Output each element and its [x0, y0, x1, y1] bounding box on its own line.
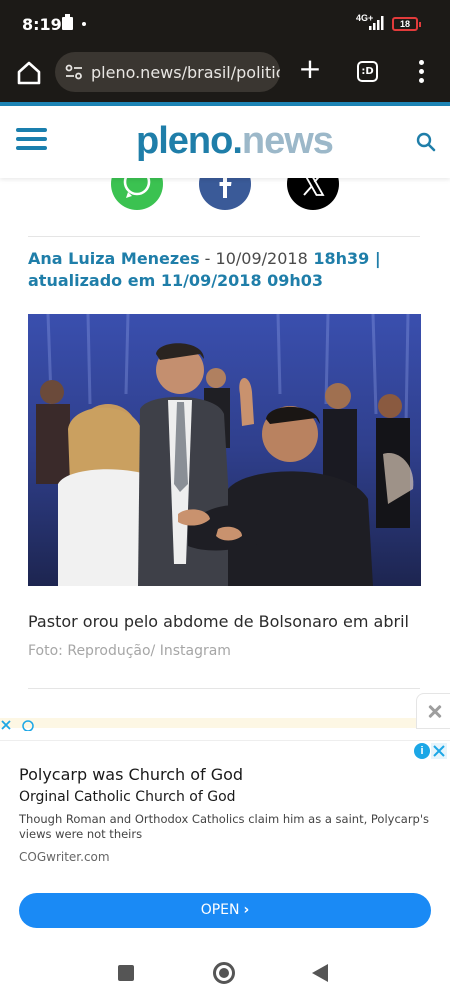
ad-domain: COGwriter.com	[19, 850, 110, 864]
ad-strip	[0, 718, 450, 728]
new-tab-button[interactable]: +	[297, 55, 323, 83]
article-byline: Ana Luiza Menezes - 10/09/2018 18h39 | a…	[28, 249, 381, 290]
battery-icon: 18	[392, 17, 421, 31]
photo-credit: Foto: Reprodução/ Instagram	[28, 643, 231, 659]
article-photo[interactable]	[28, 314, 421, 586]
ad-open-label: OPEN	[200, 902, 240, 918]
signal-icon	[369, 16, 384, 30]
url-text[interactable]: pleno.news/brasil/politica-	[91, 63, 280, 82]
published-time: 18h39	[313, 249, 370, 268]
notification-icon	[62, 14, 73, 30]
photo-illustration	[28, 314, 421, 586]
ad-title[interactable]: Polycarp was Church of God	[19, 765, 243, 784]
ad-close-icon[interactable]	[431, 743, 447, 759]
chevron-right-icon: ›	[243, 902, 250, 918]
adchoices-mini-icon[interactable]	[0, 719, 40, 731]
status-bar: 8:19 4G+ 18	[0, 0, 450, 50]
site-logo[interactable]: pleno.news	[136, 120, 334, 163]
ad-banner[interactable]: i Polycarp was Church of God Orginal Cat…	[0, 740, 450, 945]
published-date: 10/09/2018	[215, 249, 308, 268]
ad-description: Though Roman and Orthodox Catholics clai…	[19, 812, 430, 841]
home-icon[interactable]	[16, 60, 42, 86]
browser-toolbar: pleno.news/brasil/politica- + :D	[0, 50, 450, 102]
ad-open-button[interactable]: OPEN ›	[19, 893, 431, 928]
adchoices-info-icon[interactable]: i	[414, 743, 430, 759]
back-icon[interactable]	[312, 964, 328, 982]
photo-caption: Pastor orou pelo abdome de Bolsonaro em …	[28, 608, 423, 665]
tab-switcher-button[interactable]: :D	[357, 61, 378, 82]
ad-subtitle[interactable]: Orginal Catholic Church of God	[19, 789, 236, 805]
system-nav-bar	[0, 946, 450, 1000]
notification-dot-icon	[82, 22, 86, 26]
url-bar[interactable]: pleno.news/brasil/politica-	[55, 52, 280, 92]
site-settings-icon[interactable]	[65, 64, 83, 80]
ad-collapse-close-icon[interactable]	[416, 693, 450, 729]
recents-icon[interactable]	[118, 965, 134, 981]
divider	[28, 236, 420, 237]
hamburger-menu-icon[interactable]	[16, 128, 47, 152]
divider	[28, 688, 420, 689]
status-time: 8:19	[22, 15, 62, 34]
search-icon[interactable]	[416, 132, 436, 152]
author-link[interactable]: Ana Luiza Menezes	[28, 249, 200, 268]
home-button-icon[interactable]	[213, 962, 235, 984]
caption-text: Pastor orou pelo abdome de Bolsonaro em …	[28, 612, 409, 631]
more-menu-icon[interactable]	[419, 60, 425, 84]
site-header: pleno.news	[0, 106, 450, 178]
screen: 8:19 4G+ 18 pleno.news/brasil/politica- …	[0, 0, 450, 1000]
